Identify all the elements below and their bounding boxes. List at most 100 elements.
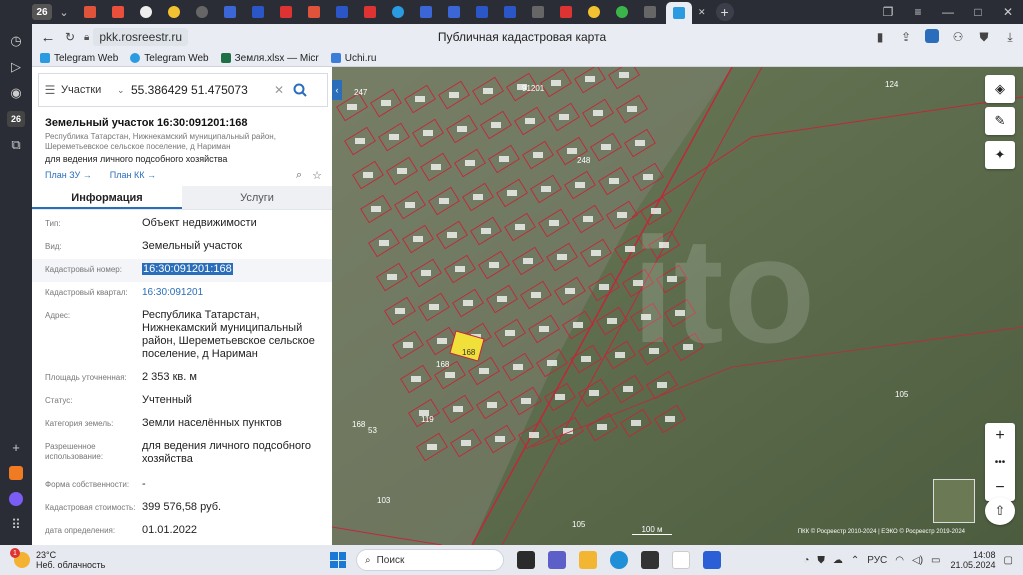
maximize-icon[interactable]: □ <box>963 5 993 19</box>
tab-counter-badge[interactable]: 26 <box>32 4 52 20</box>
compass-button[interactable]: ⇧ <box>985 497 1015 525</box>
back-arrow-icon[interactable]: ← <box>36 29 60 46</box>
tab-app-icon[interactable] <box>420 6 432 18</box>
yandex-browser-icon[interactable] <box>672 551 690 569</box>
tab-services[interactable]: Услуги <box>182 186 332 209</box>
parcel-number-tag <box>515 224 525 230</box>
reload-icon[interactable]: ↻ <box>60 30 80 44</box>
app-icon[interactable] <box>6 463 26 483</box>
wifi-icon[interactable]: ◔ <box>803 555 809 566</box>
tab-app-icon[interactable] <box>532 6 544 18</box>
minimize-icon[interactable]: — <box>933 5 963 19</box>
clock[interactable]: 14:08 21.05.2024 <box>951 550 996 570</box>
zoom-to-object-icon[interactable]: ⌕ <box>296 169 302 182</box>
url-field[interactable]: pkk.rosreestr.ru <box>93 28 189 46</box>
task-view-icon[interactable] <box>517 551 535 569</box>
tab-app-icon[interactable] <box>364 6 376 18</box>
rail-tabs-badge[interactable]: 26 <box>6 109 26 129</box>
tab-active[interactable] <box>666 2 692 24</box>
cadastral-number-value[interactable]: 16:30:091201:168 <box>142 263 327 276</box>
play-icon[interactable]: ◉ <box>6 83 26 103</box>
minimap[interactable] <box>933 479 975 523</box>
tab-app-icon[interactable] <box>336 6 348 18</box>
close-window-icon[interactable]: ✕ <box>993 5 1023 19</box>
history-icon[interactable]: ◷ <box>6 31 26 51</box>
video-icon[interactable]: ▷ <box>6 57 26 77</box>
share-icon[interactable]: ⇪ <box>893 30 919 44</box>
bookmark-item[interactable]: Telegram Web <box>40 53 118 64</box>
tab-manager-icon[interactable]: ❐ <box>873 5 903 19</box>
tab-close-icon[interactable]: ✕ <box>698 7 706 18</box>
menu-icon[interactable]: ≡ <box>903 5 933 19</box>
alice-icon[interactable] <box>6 489 26 509</box>
tab-app-icon[interactable] <box>616 6 628 18</box>
tab-app-icon[interactable] <box>644 6 656 18</box>
plan-zu-link[interactable]: План ЗУ → <box>45 170 92 180</box>
yandex-ext-icon[interactable] <box>919 28 945 46</box>
tab-list-chevron-icon[interactable]: ⌄ <box>53 2 75 22</box>
tab-app-icon[interactable] <box>504 6 516 18</box>
tab-information[interactable]: Информация <box>32 186 182 209</box>
bookmark-item[interactable]: Telegram Web <box>130 53 209 64</box>
star-icon[interactable]: ☆ <box>312 169 322 182</box>
bookmark-item[interactable]: Земля.xlsx — Micr <box>220 53 319 64</box>
bookmark-item[interactable]: Uchi.ru <box>330 53 376 64</box>
locate-button[interactable]: ✦ <box>985 141 1015 169</box>
tab-telegram-icon[interactable] <box>392 6 404 18</box>
apps-grid-icon[interactable]: ⠿ <box>6 515 26 535</box>
tab-app-icon[interactable] <box>168 6 180 18</box>
tab-app-icon[interactable] <box>560 6 572 18</box>
lock-icon[interactable]: 🔒︎ <box>84 32 89 43</box>
shield-icon[interactable]: ⛊ <box>817 555 825 566</box>
measure-button[interactable]: ✎ <box>985 107 1015 135</box>
app-icon[interactable] <box>703 551 721 569</box>
weather-widget[interactable]: 1 23°C Неб. облачность <box>10 548 134 570</box>
tab-app-icon[interactable] <box>476 6 488 18</box>
protect-icon[interactable]: ⛊ <box>971 30 997 45</box>
file-explorer-icon[interactable] <box>579 551 597 569</box>
tab-app-icon[interactable] <box>224 6 236 18</box>
bookmark-icon[interactable]: ▮ <box>867 30 893 44</box>
volume-icon[interactable]: ◁) <box>912 555 923 566</box>
tab-app-icon[interactable] <box>252 6 264 18</box>
teams-icon[interactable] <box>548 551 566 569</box>
layer-select[interactable]: Участки <box>61 84 117 96</box>
store-icon[interactable] <box>641 551 659 569</box>
edge-icon[interactable] <box>610 551 628 569</box>
cadastral-number-text: 16:30:091201:168 <box>142 263 233 275</box>
zoom-more-icon[interactable]: ••• <box>985 449 1015 475</box>
tab-app-icon[interactable] <box>448 6 460 18</box>
tab-app-icon[interactable] <box>280 6 292 18</box>
taskbar-search[interactable]: ⌕ Поиск <box>356 549 504 571</box>
clear-icon[interactable]: ✕ <box>271 83 287 97</box>
plan-kk-link[interactable]: План КК → <box>110 170 156 180</box>
start-button[interactable] <box>330 552 346 568</box>
hamburger-icon[interactable]: ☰ <box>39 83 61 97</box>
cloud-icon[interactable]: ☁ <box>833 555 843 566</box>
cadastral-map[interactable]: ito 247 124 91201 248 105 119 103 105 53… <box>332 67 1023 545</box>
chevron-down-icon[interactable]: ⌄ <box>117 85 131 96</box>
tab-app-icon[interactable] <box>112 6 124 18</box>
layers-button[interactable]: ◈ <box>985 75 1015 103</box>
cadastral-quarter-link[interactable]: 16:30:091201 <box>142 286 327 299</box>
collapse-panel-button[interactable]: ‹ <box>332 80 342 100</box>
notification-icon[interactable]: ▢ <box>1004 555 1013 566</box>
tab-app-icon[interactable] <box>588 6 600 18</box>
translate-icon[interactable]: ⚇ <box>945 30 971 44</box>
add-panel-icon[interactable]: + <box>6 437 26 457</box>
tab-app-icon[interactable] <box>196 6 208 18</box>
tab-mail-icon[interactable] <box>84 6 96 18</box>
download-icon[interactable]: ⤓ <box>997 30 1023 45</box>
network-icon[interactable]: ◠ <box>895 555 904 566</box>
parcel-number-tag <box>589 390 599 396</box>
zoom-in-button[interactable]: + <box>985 423 1015 449</box>
screenshot-icon[interactable]: ⧉ <box>6 135 26 155</box>
chevron-up-icon[interactable]: ⌃ <box>851 555 859 566</box>
new-tab-button[interactable]: + <box>715 3 734 21</box>
tab-app-icon[interactable] <box>308 6 320 18</box>
tab-clock-icon[interactable] <box>140 6 152 18</box>
battery-icon[interactable]: ▭ <box>931 555 940 566</box>
search-button[interactable] <box>287 77 313 103</box>
coordinates-input[interactable] <box>131 83 271 97</box>
language-indicator[interactable]: РУС <box>867 555 887 566</box>
